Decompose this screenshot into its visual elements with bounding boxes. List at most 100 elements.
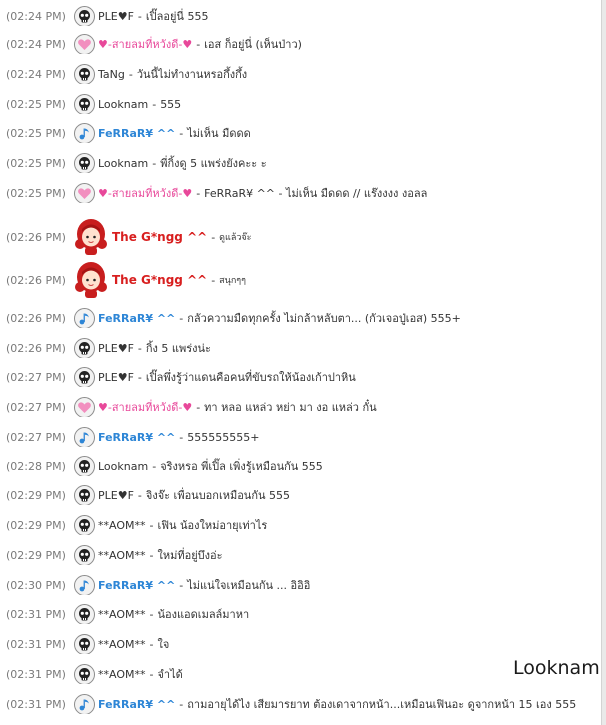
scrollbar[interactable] [601,0,606,725]
separator: - [179,578,184,592]
message-timestamp: (02:31 PM) [6,667,66,681]
message-timestamp: (02:26 PM) [6,341,66,355]
separator: - [196,400,201,414]
skull-icon [74,545,95,565]
music-note-icon [74,575,95,595]
message-timestamp: (02:29 PM) [6,548,66,562]
separator: - [152,97,157,111]
message-text: ใจ [157,638,170,651]
heart-icon [74,397,95,417]
sender-name[interactable]: The G*ngg ^^ [112,273,207,287]
message-text: กลัวความมืดทุกครั้ง ไม่กล้าหลับตา... (กั… [187,312,461,325]
sender-name[interactable]: FeRRaR¥ ^^ [98,579,175,592]
message-text: เอส ก็อยู่นี่ (เห็นป่าว) [204,38,302,51]
message-text: จิงจ๊ะ เพื่อนบอกเหมือนกัน 555 [145,489,291,502]
message-timestamp: (02:26 PM) [6,230,66,244]
separator: - [137,370,142,384]
sender-name[interactable]: **AOM** [98,638,145,651]
sender-name[interactable]: ♥-สายลมที่หวังดี-♥ [98,35,192,53]
sender-name[interactable]: PLE♥F [98,342,134,355]
sender-name[interactable]: Looknam [98,157,148,170]
sender-name[interactable]: FeRRaR¥ ^^ [98,431,175,444]
sender-name[interactable]: Looknam [98,98,148,111]
sender-name[interactable]: PLE♥F [98,371,134,384]
chat-message-row: (02:26 PM) FeRRaR¥ ^^ - กลัวความมืดทุกครั้ง… [6,308,602,328]
sender-name[interactable]: ♥-สายลมที่หวังดี-♥ [98,398,192,416]
sender-name[interactable]: FeRRaR¥ ^^ [98,698,175,711]
chat-message-row: (02:29 PM) **AOM** - เฟิน น้องใหม่อายุเท่าไ… [6,515,602,535]
separator: - [137,341,142,355]
sender-name[interactable]: The G*ngg ^^ [112,230,207,244]
message-text: พี่กิ้งดู 5 แพร่งยังคะะ ะ [160,157,267,170]
music-note-icon [74,308,95,328]
sender-name[interactable]: **AOM** [98,549,145,562]
message-text: จริงหรอ พี่เปิ๊ล เพิ่งรู้เหมือนกัน 555 [160,460,323,473]
skull-icon [74,604,95,624]
message-timestamp: (02:27 PM) [6,430,66,444]
message-text: จำได้ [157,668,183,681]
message-text: 555 [160,97,182,111]
message-timestamp: (02:29 PM) [6,488,66,502]
sender-name[interactable]: **AOM** [98,519,145,532]
message-text: ถามอายุได้ไง เสียมารยาท ต้องเดาจากหน้า..… [187,698,577,711]
message-text: กิ้ง 5 แพร่งน่ะ [145,342,211,355]
separator: - [179,126,184,140]
chat-message-row: (02:31 PM) FeRRaR¥ ^^ - ถามอายุได้ไง เสียมา… [6,694,602,714]
separator: - [179,430,184,444]
skull-icon [74,456,95,476]
sender-name[interactable]: TaNg [98,68,125,81]
chat-log: (02:24 PM) PLE♥F - เปิ๊ลอยู่นี่ 555 (02:24 P… [0,0,606,725]
chat-message-row: (02:29 PM) PLE♥F - จิงจ๊ะ เพื่อนบอกเหมือนกั… [6,485,602,505]
sender-name[interactable]: PLE♥F [98,489,134,502]
message-timestamp: (02:25 PM) [6,126,66,140]
skull-icon [74,664,95,684]
sender-name[interactable]: **AOM** [98,668,145,681]
sender-name[interactable]: FeRRaR¥ ^^ [98,312,175,325]
chat-message-row: (02:25 PM) FeRRaR¥ ^^ - ไม่เห็น มืดดด [6,123,602,143]
chat-message-row: (02:31 PM) **AOM** - ใจ [6,634,602,654]
music-note-icon [74,123,95,143]
separator: - [137,488,142,502]
message-timestamp: (02:30 PM) [6,578,66,592]
skull-icon [74,153,95,173]
skull-icon [74,64,95,84]
message-text: สนุกๆๆ [219,276,246,286]
music-note-icon [74,694,95,714]
chat-message-row: (02:26 PM) The G*ngg ^^ - สนุกๆๆ [6,260,602,300]
chat-message-row: (02:30 PM) FeRRaR¥ ^^ - ไม่แน่ใจเหมือนกัน .… [6,575,602,595]
message-timestamp: (02:24 PM) [6,67,66,81]
sender-name[interactable]: ♥-สายลมที่หวังดี-♥ [98,184,192,202]
sender-name[interactable]: Looknam [98,460,148,473]
sender-name[interactable]: FeRRaR¥ ^^ [98,127,175,140]
chat-message-row: (02:27 PM) PLE♥F - เปิ๊ลพึ่งรู้ว่าแดนคือคนท… [6,367,602,387]
chat-message-row: (02:26 PM) PLE♥F - กิ้ง 5 แพร่งน่ะ [6,338,602,358]
chat-message-row: (02:25 PM) Looknam -555 [6,94,602,114]
message-timestamp: (02:24 PM) [6,9,66,23]
chat-message-row: (02:28 PM) Looknam - จริงหรอ พี่เปิ๊ล เพิ่ง… [6,456,602,476]
message-timestamp: (02:31 PM) [6,607,66,621]
skull-icon [74,6,95,26]
separator: - [196,186,201,200]
message-timestamp: (02:27 PM) [6,400,66,414]
separator: - [149,607,154,621]
separator: - [149,548,154,562]
overlay-username-label: Looknam [513,657,600,679]
message-text: ใหม่ที่อยู่บึงอ่ะ [157,549,223,562]
chat-message-row: (02:25 PM) Looknam - พี่กิ้งดู 5 แพร่งยังคะ… [6,153,602,173]
separator: - [137,9,142,23]
skull-icon [74,94,95,114]
message-text: เปิ๊ลพึ่งรู้ว่าแดนคือคนที่ขับรถให้น้องเก… [145,371,356,384]
message-text: 555555555+ [187,430,260,444]
chat-message-row: (02:24 PM) PLE♥F - เปิ๊ลอยู่นี่ 555 [6,6,602,26]
separator: - [196,37,201,51]
sender-name[interactable]: **AOM** [98,608,145,621]
separator: - [149,518,154,532]
message-text: FeRRaR¥ ^^ - ไม่เห็น มืดดด // แร๊งงงง งอ… [204,187,428,200]
chat-message-row: (02:29 PM) **AOM** - ใหม่ที่อยู่บึงอ่ะ [6,545,602,565]
message-timestamp: (02:24 PM) [6,37,66,51]
message-text: วันนี้ไม่ทำงานหรอกึ้งกึ้ง [136,68,248,81]
chat-message-row: (02:26 PM) The G*ngg ^^ - ดูแล้วจ๊ะ [6,217,602,257]
chat-message-row: (02:24 PM) TaNg - วันนี้ไม่ทำงานหรอกึ้งกึ้ง [6,64,602,84]
music-note-icon [74,427,95,447]
sender-name[interactable]: PLE♥F [98,10,134,23]
